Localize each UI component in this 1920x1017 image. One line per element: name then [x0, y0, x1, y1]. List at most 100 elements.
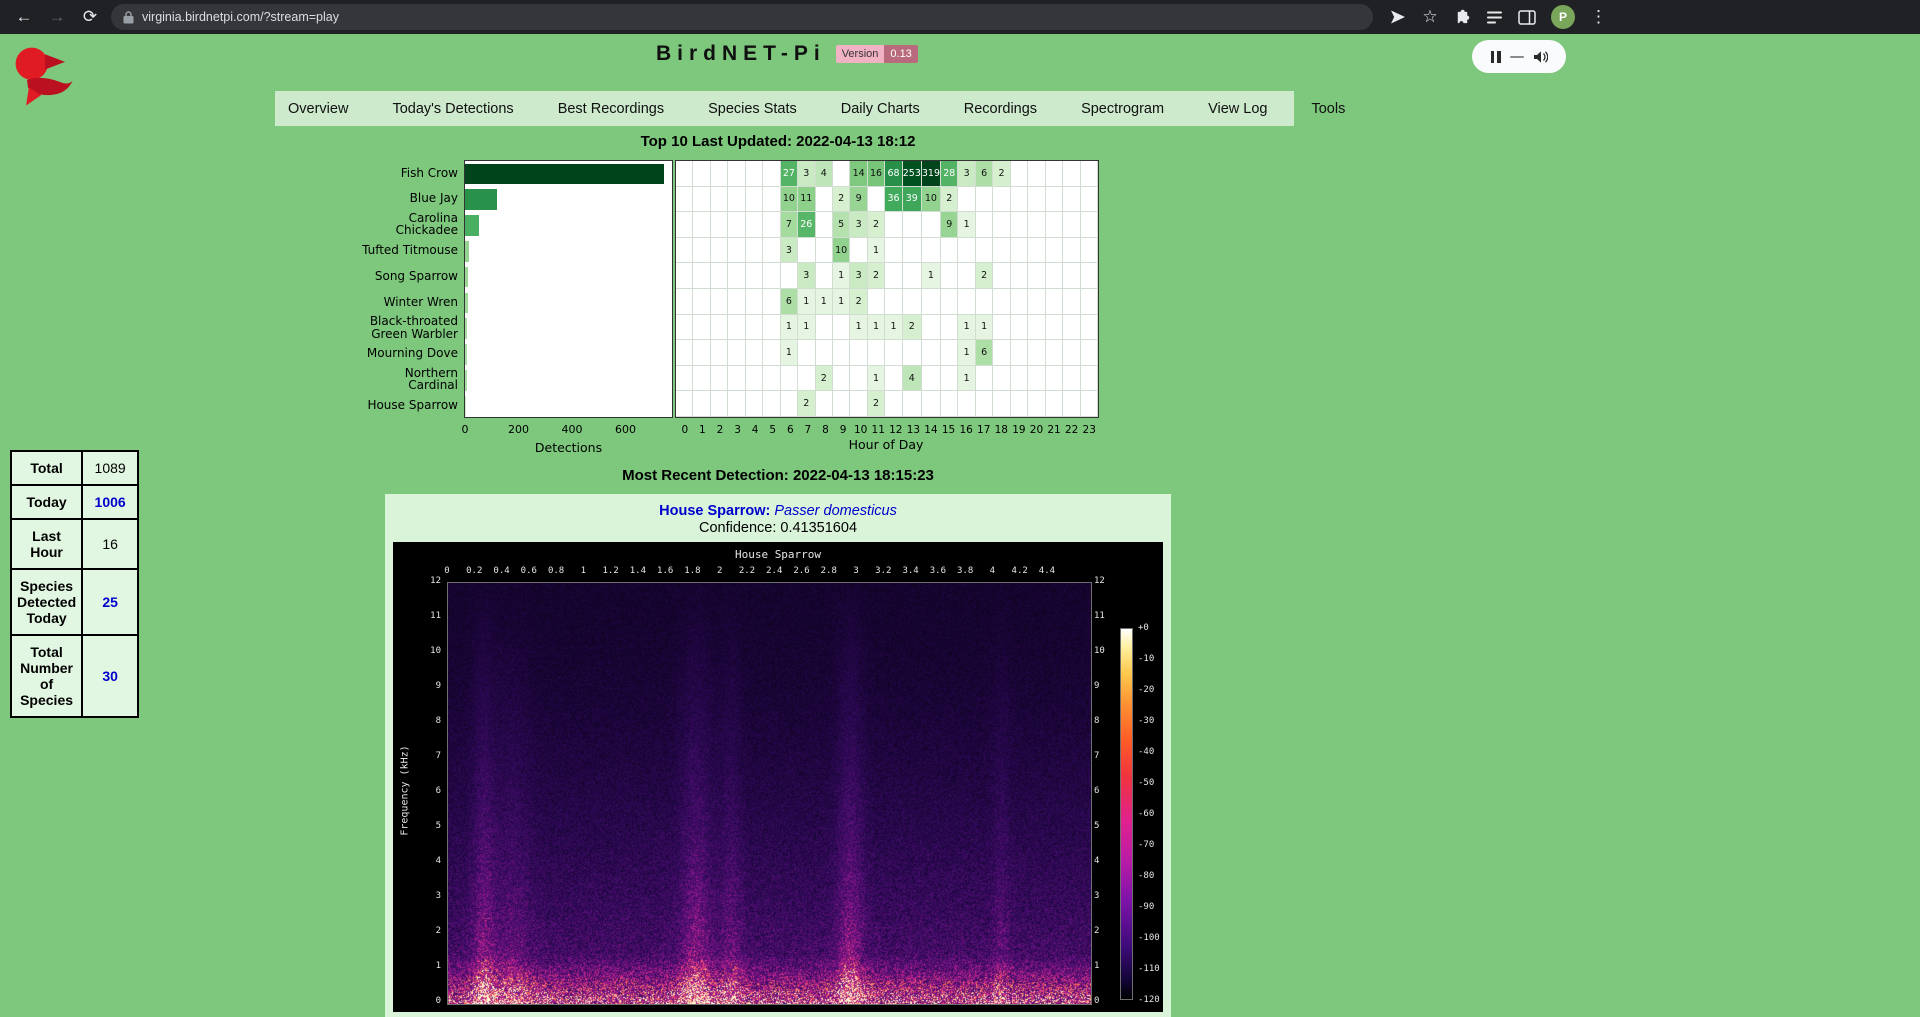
heatmap-cell: 319: [922, 161, 941, 187]
nav-item-tools[interactable]: Tools: [1311, 101, 1345, 117]
spectrogram-freq-tick: 5: [1094, 821, 1120, 831]
stats-row: Today1006: [11, 485, 138, 519]
nav-item-overview[interactable]: Overview: [288, 101, 348, 117]
detection-scientific-link[interactable]: Passer domesticus: [774, 503, 897, 519]
heatmap-cell: 2: [993, 161, 1010, 187]
category-label: Black-throated Green Warbler: [360, 315, 464, 341]
nav-item-view-log[interactable]: View Log: [1208, 101, 1267, 117]
nav-item-today-s-detections[interactable]: Today's Detections: [392, 101, 513, 117]
pause-icon[interactable]: [1491, 51, 1501, 63]
heatmap-cell: 1: [781, 315, 798, 341]
forward-icon[interactable]: →: [45, 5, 69, 29]
colorbar-tick: -100: [1138, 933, 1160, 943]
heatmap-cell: [993, 366, 1010, 392]
heatmap-cell: [816, 391, 833, 417]
spectrogram-time-tick: 2.8: [821, 566, 837, 576]
back-icon[interactable]: ←: [12, 5, 36, 29]
heatmap-cell: [976, 289, 993, 315]
version-label: Version: [836, 45, 885, 63]
profile-avatar[interactable]: P: [1551, 5, 1575, 29]
category-label: Northern Cardinal: [360, 366, 464, 392]
heatmap-cell: [816, 315, 833, 341]
bar-segment: [465, 215, 479, 236]
heatmap-cell: [1081, 315, 1098, 341]
refresh-icon[interactable]: ⟳: [78, 5, 102, 29]
stats-value[interactable]: 1006: [82, 485, 138, 519]
heatmap-cell: [728, 212, 745, 238]
spectrogram-time-tick: 4.2: [1012, 566, 1028, 576]
spectrogram-time-tick: 0.8: [548, 566, 564, 576]
heatmap-cell: [1011, 289, 1028, 315]
heatmap-cell: 1: [922, 263, 941, 289]
recent-detection-panel: House Sparrow: Passer domesticus Confide…: [385, 494, 1171, 1017]
heatmap-cell: 1: [868, 238, 885, 264]
nav-item-species-stats[interactable]: Species Stats: [708, 101, 797, 117]
colorbar-tick: -110: [1138, 964, 1160, 974]
audio-progress[interactable]: [1510, 56, 1524, 58]
heatmap-cell: [676, 161, 693, 187]
spectrogram-freq-tick: 3: [415, 891, 441, 901]
heatmap-cell: [1081, 391, 1098, 417]
spectrogram-freq-tick: 5: [415, 821, 441, 831]
hour-tick: 1: [699, 424, 706, 436]
send-icon[interactable]: [1390, 9, 1406, 25]
side-panel-icon[interactable]: [1518, 10, 1536, 25]
hour-tick: 14: [924, 424, 937, 436]
heatmap-cell: 26: [798, 212, 815, 238]
audio-player[interactable]: [1472, 40, 1566, 73]
heatmap-cell: [922, 315, 941, 341]
heatmap-cell: [693, 289, 710, 315]
heatmap-cell: [728, 366, 745, 392]
extensions-icon[interactable]: [1454, 9, 1471, 26]
heatmap-cell: [693, 340, 710, 366]
tab-list-icon[interactable]: [1486, 10, 1503, 25]
bar-axis-label: Detections: [535, 440, 602, 455]
heatmap-cell: [693, 161, 710, 187]
nav-item-daily-charts[interactable]: Daily Charts: [841, 101, 920, 117]
hour-tick: 11: [872, 424, 885, 436]
heatmap-cell: [1011, 263, 1028, 289]
heatmap-cell: [941, 340, 958, 366]
heatmap-cell: [711, 187, 728, 213]
nav-item-spectrogram[interactable]: Spectrogram: [1081, 101, 1164, 117]
heatmap-cell: [1028, 366, 1045, 392]
stats-value[interactable]: 30: [82, 635, 138, 717]
heatmap-cell: [781, 263, 798, 289]
hour-tick: 3: [734, 424, 741, 436]
nav-item-best-recordings[interactable]: Best Recordings: [558, 101, 664, 117]
heatmap-cell: [976, 391, 993, 417]
spectrogram-freq-tick: 8: [1094, 716, 1120, 726]
heatmap-cell: 36: [885, 187, 902, 213]
bookmark-star-icon[interactable]: ☆: [1421, 5, 1439, 29]
menu-dots-icon[interactable]: ⋮: [1590, 5, 1602, 29]
heatmap-cell: [763, 391, 780, 417]
heatmap-cell: [728, 391, 745, 417]
heatmap-cell: [711, 340, 728, 366]
heatmap-cell: [746, 315, 763, 341]
spectrogram-freq-tick: 6: [415, 786, 441, 796]
heatmap-cell: [941, 263, 958, 289]
nav-item-recordings[interactable]: Recordings: [964, 101, 1037, 117]
detection-species-link[interactable]: House Sparrow:: [659, 503, 770, 519]
hour-tick: 13: [907, 424, 920, 436]
heatmap-cell: [711, 212, 728, 238]
spectrogram-time-tick: 3.6: [930, 566, 946, 576]
hourly-heatmap: 2734141668253319283621011293639102726532…: [675, 160, 1099, 418]
heatmap-cell: 6: [976, 161, 993, 187]
heatmap-cell: [922, 366, 941, 392]
volume-icon[interactable]: [1533, 50, 1548, 64]
heatmap-cell: [885, 340, 902, 366]
spectrogram-time-tick: 1.4: [630, 566, 646, 576]
category-label: Winter Wren: [360, 289, 464, 315]
heatmap-cell: [693, 391, 710, 417]
heatmap-cell: [1028, 212, 1045, 238]
address-bar[interactable]: virginia.birdnetpi.com/?stream=play: [111, 4, 1373, 30]
heatmap-cell: [1046, 289, 1063, 315]
heatmap-cell: [1081, 187, 1098, 213]
spectrogram-freq-tick: 0: [415, 996, 441, 1006]
spectrogram-time-tick: 1.2: [602, 566, 618, 576]
heatmap-cell: [1063, 161, 1080, 187]
bar-segment: [465, 293, 468, 314]
stats-value[interactable]: 25: [82, 569, 138, 635]
spectrogram-time-tick: 3: [853, 566, 858, 576]
